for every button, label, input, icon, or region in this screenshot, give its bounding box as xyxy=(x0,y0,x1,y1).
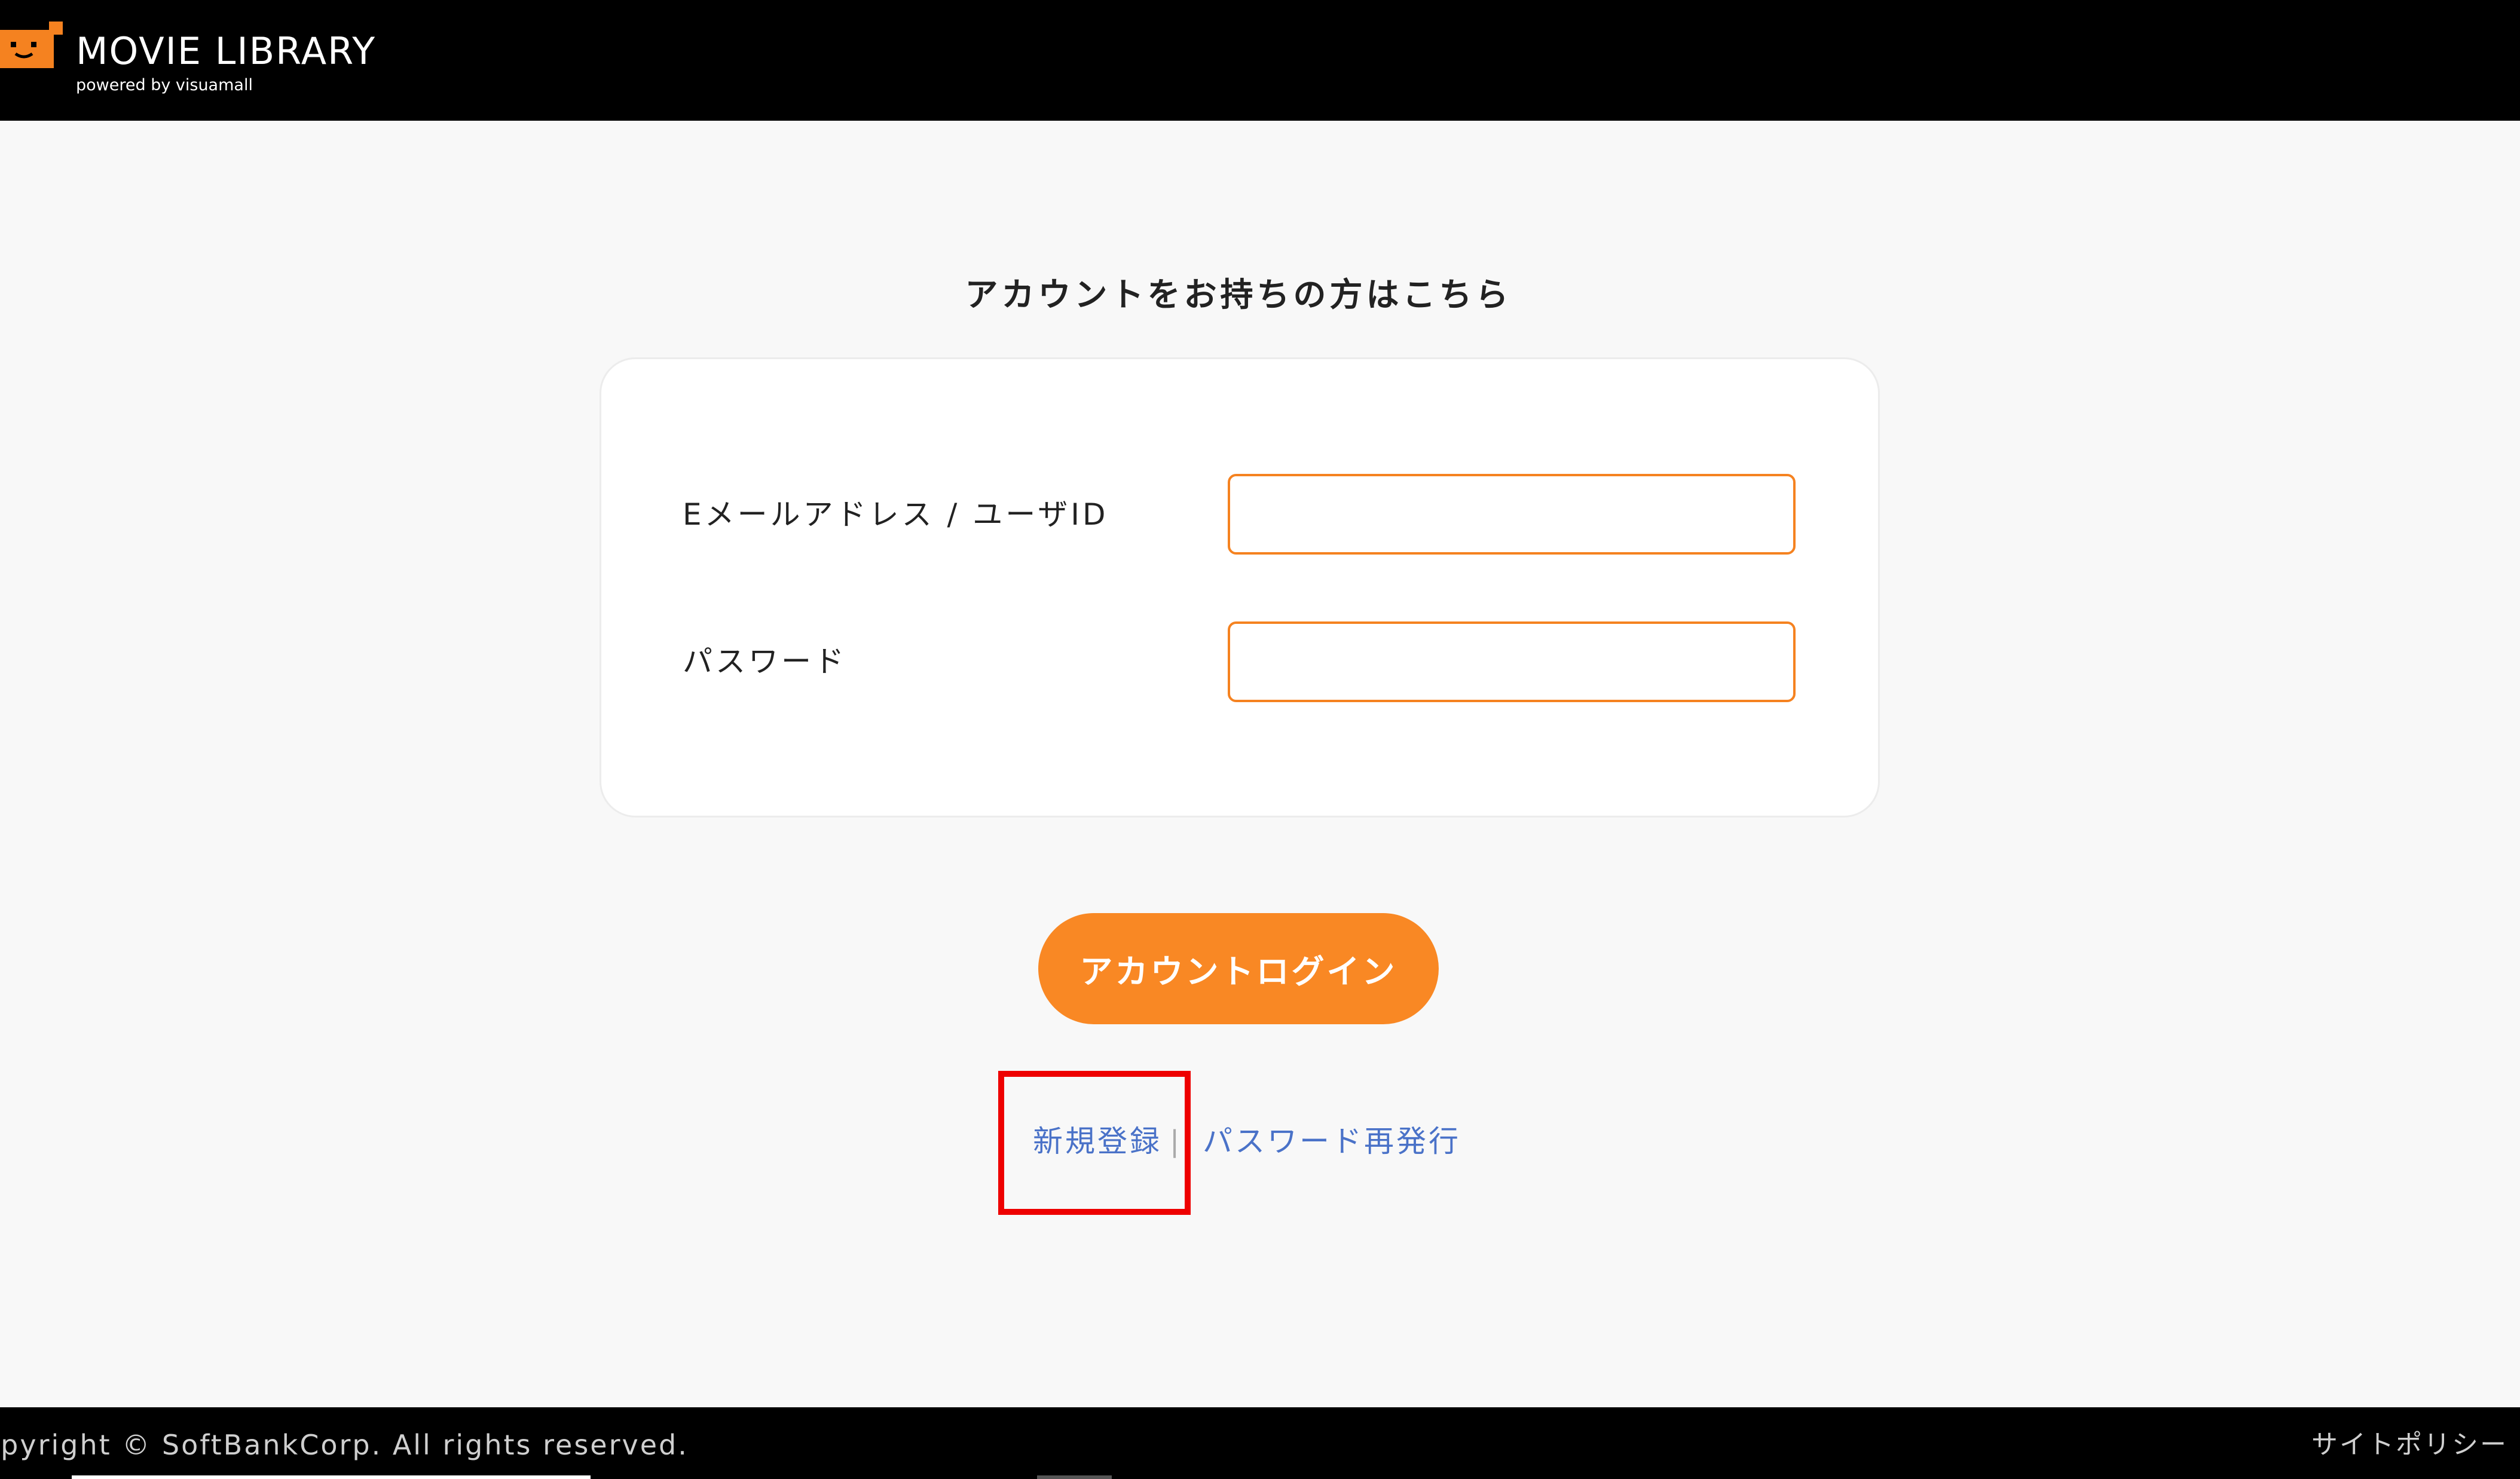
register-link[interactable]: 新規登録 xyxy=(1033,1117,1162,1165)
email-label: Eメールアドレス / ユーザID xyxy=(683,497,1109,532)
password-field[interactable] xyxy=(1228,621,1796,702)
login-button[interactable]: アカウントログイン xyxy=(1038,913,1439,1024)
page-title: アカウントをお持ちの方はこちら xyxy=(965,275,1512,314)
site-header: MOVIE LIBRARY powered by visuamall xyxy=(0,0,2520,121)
tv-face-icon[interactable] xyxy=(0,22,63,68)
login-form-card xyxy=(600,357,1880,817)
brand-title[interactable]: MOVIE LIBRARY xyxy=(76,30,376,73)
brand-subtitle: powered by visuamall xyxy=(76,76,253,94)
site-policy-link[interactable]: サイトポリシー xyxy=(2311,1427,2508,1463)
scroll-indicator-secondary xyxy=(1037,1475,1112,1479)
link-separator: | xyxy=(1170,1125,1180,1158)
site-footer: opyright © SoftBankCorp. All rights rese… xyxy=(0,1407,2520,1479)
copyright-text: opyright © SoftBankCorp. All rights rese… xyxy=(0,1429,689,1461)
scroll-indicator xyxy=(72,1475,591,1479)
email-field[interactable] xyxy=(1228,474,1796,555)
password-label: パスワード xyxy=(683,644,847,679)
reset-password-link[interactable]: パスワード再発行 xyxy=(1203,1117,1461,1165)
